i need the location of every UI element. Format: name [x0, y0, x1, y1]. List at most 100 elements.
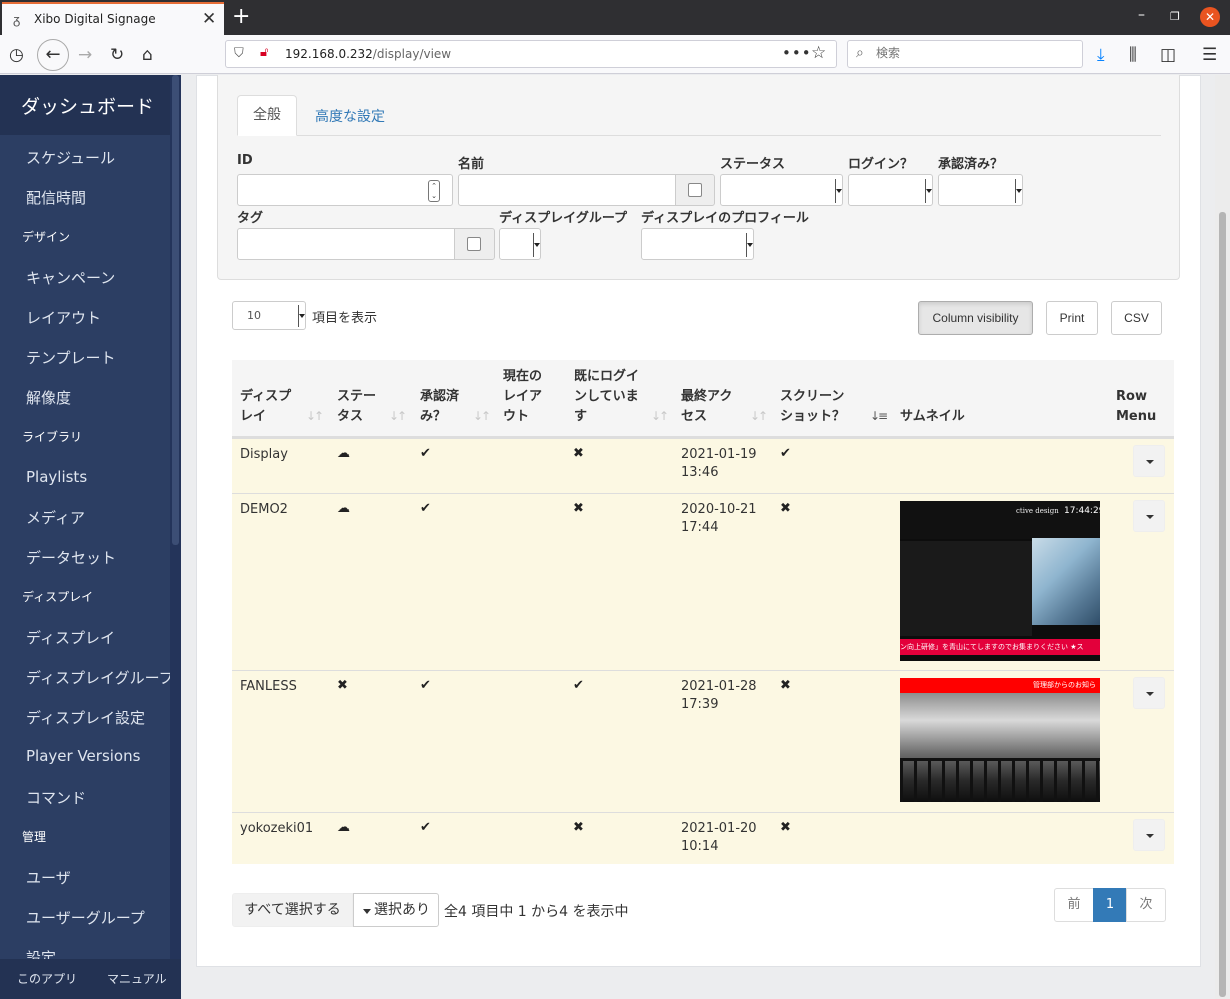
sidebar-item[interactable]: ユーザ — [26, 867, 71, 888]
sort-icon[interactable]: ↓↑ — [306, 409, 324, 423]
sidebar-item[interactable]: Player Versions — [26, 747, 140, 765]
about-link[interactable]: このアプリ — [17, 970, 77, 987]
times-icon: ✖ — [573, 501, 584, 516]
status-select[interactable] — [720, 174, 843, 206]
sort-icon[interactable]: ↓↑ — [651, 409, 669, 423]
home-button[interactable]: ⌂ — [142, 45, 153, 65]
thumbnail-image[interactable]: ctive design 17:44:29 ン向上研修」を青山にてしますのでお集… — [900, 501, 1100, 661]
search-input[interactable] — [876, 46, 1076, 60]
thumbnail-image[interactable]: 管理部からのお知ら — [900, 678, 1100, 802]
forward-button[interactable]: → — [78, 45, 92, 65]
sort-desc-icon[interactable]: ↓≡ — [870, 409, 888, 423]
sidebar-item[interactable]: データセット — [26, 547, 116, 568]
sidebar-dashboard-link[interactable]: ダッシュボード — [0, 75, 170, 135]
sidebar-item[interactable]: 配信時間 — [26, 187, 86, 208]
sidebar-section-label: 管理 — [22, 830, 47, 844]
browser-tab[interactable]: ᵹ Xibo Digital Signage ✕ — [2, 2, 224, 35]
thumbnail-banner: 管理部からのお知ら — [900, 678, 1100, 693]
col-header-screenshot[interactable]: スクリーン ショット？ — [780, 387, 845, 427]
reload-button[interactable]: ↻ — [110, 45, 124, 65]
sidebar-item[interactable]: ディスプレイグループ — [26, 667, 174, 688]
name-input[interactable] — [458, 174, 676, 206]
login-select[interactable] — [848, 174, 933, 206]
sidebar-item[interactable]: ディスプレイ設定 — [26, 707, 145, 728]
pagination-next[interactable]: 次 — [1126, 888, 1166, 922]
sort-icon[interactable]: ↓↑ — [750, 409, 768, 423]
back-button[interactable]: ← — [37, 39, 69, 71]
page-length-select[interactable]: 10 — [232, 301, 306, 330]
sidebar-toggle-icon[interactable]: ◫ — [1160, 45, 1176, 65]
pagination-prev[interactable]: 前 — [1054, 888, 1094, 922]
name-regex-checkbox[interactable] — [688, 183, 702, 197]
sidebar-item[interactable]: ユーザーグループ — [26, 907, 145, 928]
shield-icon[interactable]: ⛉ — [234, 46, 244, 61]
row-menu-button[interactable] — [1133, 500, 1165, 532]
pagination-page-1[interactable]: 1 — [1093, 888, 1127, 922]
history-icon[interactable]: ◷ — [9, 45, 24, 65]
tags-input[interactable] — [237, 228, 455, 260]
tab-advanced[interactable]: 高度な設定 — [315, 106, 385, 126]
insecure-lock-icon[interactable]: 🔓︎ — [260, 45, 268, 60]
sidebar-footer: このアプリ マニュアル — [0, 959, 181, 999]
sidebar-item[interactable]: 解像度 — [26, 387, 71, 408]
thumbnail-ticker: ン向上研修」を青山にてしますのでお集まりください ★ス — [900, 639, 1100, 655]
display-group-select[interactable] — [499, 228, 541, 260]
tab-general[interactable]: 全般 — [237, 95, 297, 136]
print-button[interactable]: Print — [1046, 301, 1098, 335]
sidebar-item[interactable]: レイアウト — [26, 307, 101, 328]
check-icon: ✔ — [573, 678, 584, 693]
manual-link[interactable]: マニュアル — [107, 970, 167, 987]
col-header-logged-in[interactable]: 既にログイ ンしていま す — [574, 367, 639, 427]
sidebar-item[interactable]: スケジュール — [26, 147, 115, 168]
downloads-icon[interactable]: ⤓ — [1097, 45, 1105, 65]
url-bar[interactable]: ⛉ 🔓︎ 192.168.0.232/display/view ••• ☆ — [225, 40, 837, 68]
with-selected-dropdown[interactable]: 選択あり — [353, 893, 439, 927]
col-header-authorised[interactable]: 承認済 み？ — [420, 387, 459, 427]
tags-regex-checkbox[interactable] — [467, 237, 481, 251]
menu-icon[interactable]: ☰ — [1202, 45, 1217, 65]
column-visibility-button[interactable]: Column visibility — [918, 301, 1033, 335]
sort-icon[interactable]: ↓↑ — [473, 409, 491, 423]
check-icon: ✔ — [420, 446, 431, 461]
authorised-select[interactable] — [938, 174, 1023, 206]
row-menu-button[interactable] — [1133, 445, 1165, 477]
bookmark-star-icon[interactable]: ☆ — [811, 43, 826, 63]
close-window-icon[interactable]: ✕ — [1200, 7, 1220, 27]
cell-display-name: Display — [240, 447, 288, 462]
table-info-text: 全4 項目中 1 から4 を表示中 — [444, 904, 629, 920]
col-header-current-layout[interactable]: 現在の レイア ウト — [503, 367, 542, 427]
row-menu-button[interactable] — [1133, 819, 1165, 851]
id-input[interactable]: ⌃ ⌄ — [237, 174, 453, 206]
csv-button[interactable]: CSV — [1111, 301, 1162, 335]
close-tab-icon[interactable]: ✕ — [202, 9, 216, 29]
search-bar[interactable]: ⌕ — [847, 40, 1083, 68]
sidebar-item[interactable]: キャンペーン — [26, 267, 115, 288]
sort-icon[interactable]: ↓↑ — [389, 409, 407, 423]
thumbnail-dark-panel — [900, 541, 1032, 636]
status-label: ステータス — [720, 157, 786, 172]
sidebar-item[interactable]: メディア — [26, 507, 85, 528]
id-spinner-icon[interactable]: ⌃ ⌄ — [428, 180, 440, 202]
col-header-display[interactable]: ディスプ レイ — [240, 387, 291, 427]
chevron-down-icon — [925, 179, 932, 203]
sidebar-item[interactable]: コマンド — [26, 787, 86, 808]
library-icon[interactable]: ⫼ — [1129, 45, 1137, 65]
browser-tab-title: Xibo Digital Signage — [34, 12, 156, 26]
select-all-button[interactable]: すべて選択する — [232, 893, 353, 927]
sidebar-scroll-thumb[interactable] — [172, 75, 179, 545]
page-scroll-thumb[interactable] — [1219, 212, 1226, 997]
col-header-last-accessed[interactable]: 最終アク セス — [681, 387, 732, 427]
col-header-status[interactable]: ステー タス — [337, 387, 376, 427]
restore-window-icon[interactable]: ❐ — [1170, 10, 1180, 23]
row-menu-button[interactable] — [1133, 677, 1165, 709]
url-text[interactable]: 192.168.0.232/display/view — [285, 47, 451, 61]
new-tab-icon[interactable]: + — [232, 4, 250, 29]
times-icon: ✖ — [337, 678, 348, 693]
check-icon: ✔ — [420, 820, 431, 835]
sidebar-item[interactable]: Playlists — [26, 468, 87, 486]
sidebar-item[interactable]: テンプレート — [26, 347, 116, 368]
minimize-window-icon[interactable]: – — [1138, 7, 1145, 23]
sidebar-item[interactable]: ディスプレイ — [26, 627, 115, 648]
display-profile-select[interactable] — [641, 228, 754, 260]
page-actions-icon[interactable]: ••• — [782, 44, 812, 62]
